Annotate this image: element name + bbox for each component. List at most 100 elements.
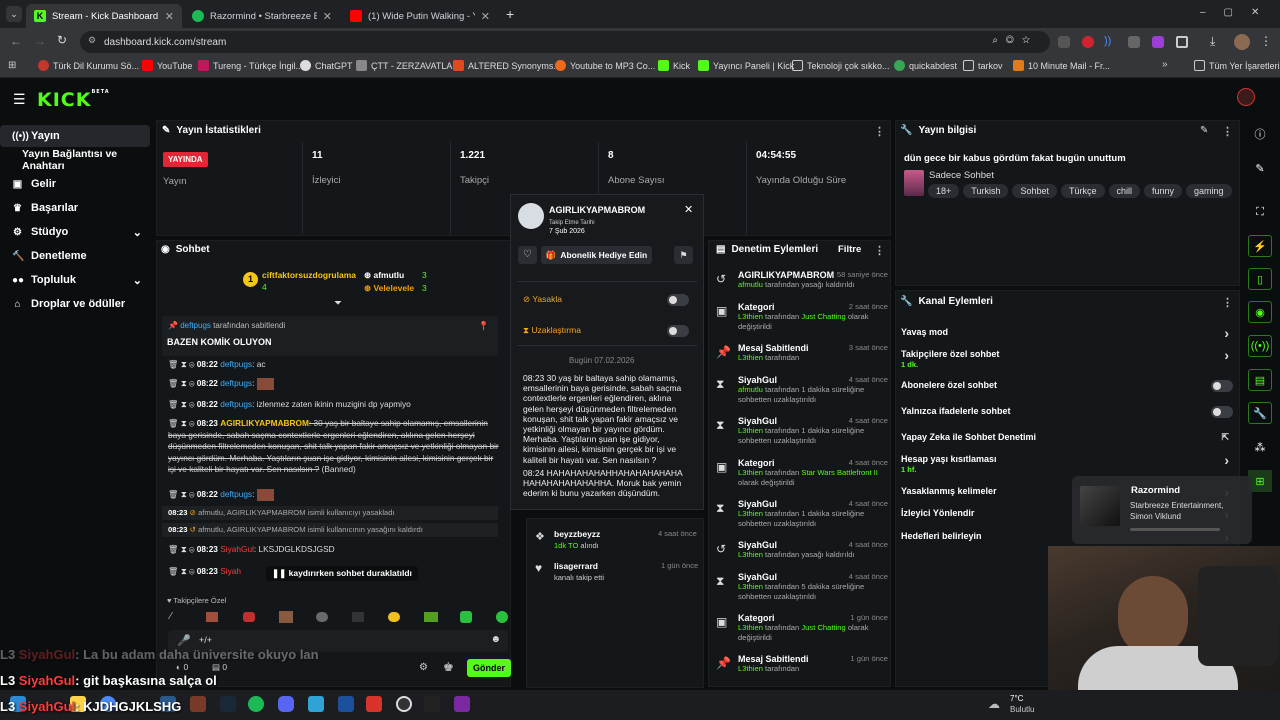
emote-icon[interactable] (388, 612, 400, 622)
steam-icon[interactable] (220, 696, 236, 712)
site-info-icon[interactable]: ⚙ (88, 35, 96, 46)
chat-mod-icons[interactable]: 🗑 ⧗ ⊜ (168, 566, 194, 576)
forward-icon[interactable]: → (34, 34, 46, 48)
new-tab-button[interactable]: + (506, 6, 514, 22)
kick-logo[interactable]: KICKBETA (37, 89, 110, 111)
sidebar-item-denetleme[interactable]: 🔨 Denetleme (0, 245, 150, 267)
emote-icon[interactable]: ⁄ (170, 611, 172, 622)
chevron-right-icon[interactable]: › (1224, 452, 1229, 468)
fullscreen-icon[interactable]: ⛶ (1248, 201, 1272, 223)
download-icon[interactable]: ⤓ (1210, 34, 1215, 49)
wrench-icon[interactable]: 🔧 (1248, 402, 1272, 424)
gift-sub-button[interactable]: 🎁 Abonelik Hediye Edin (541, 246, 652, 264)
bookmark-item[interactable]: ChatGPT (300, 60, 353, 71)
chevron-right-icon[interactable]: › (1224, 325, 1229, 341)
emoji-icon[interactable]: ☻ (490, 634, 501, 645)
bookmark-item[interactable]: Kick (658, 60, 690, 71)
extension-mask-icon[interactable] (1128, 36, 1140, 48)
tab-search-icon[interactable]: ⌄ (6, 6, 22, 22)
bookmark-item[interactable]: ÇTT - ZERZAVATLAR (356, 60, 459, 71)
bookmark-item[interactable]: Türk Dil Kurumu Sö... (38, 60, 139, 71)
chat-mod-icons[interactable]: 🗑 ⧗ ⊜ (168, 378, 194, 388)
user-avatar[interactable] (1237, 88, 1255, 106)
channel-action-item[interactable]: Yalnızca ifadelerle sohbet (901, 406, 1233, 418)
discord-icon[interactable] (278, 696, 294, 712)
chat-mod-icons[interactable]: 🗑 ⧗ ⊜ (168, 399, 194, 409)
mic-icon[interactable]: 🎤 (177, 634, 191, 647)
terminal-icon[interactable] (424, 696, 440, 712)
apps-grid-icon[interactable]: ⊞ (8, 60, 16, 71)
profile-avatar[interactable] (1234, 34, 1250, 50)
pencil-icon[interactable]: ✎ (1248, 157, 1272, 179)
unpin-icon[interactable]: 📍 (478, 321, 489, 332)
all-bookmarks[interactable]: Tüm Yer İşaretleri (1194, 60, 1280, 71)
emote-icon[interactable] (243, 612, 255, 622)
sidebar-item-studyo[interactable]: ⚙ Stüdyo ⌄ (0, 221, 150, 243)
channel-menu-icon[interactable]: ⋮ (1222, 296, 1233, 309)
tab-youtube[interactable]: (1) Wide Putin Walking - YouTu ✕ (342, 4, 498, 28)
community-icon[interactable]: ⁂ (1248, 436, 1272, 458)
lightning-icon[interactable]: ⚡ (1248, 235, 1272, 257)
tab-spotify[interactable]: Razormind • Starbreeze Entertai ✕ (184, 4, 340, 28)
stats-menu-icon[interactable]: ⋮ (874, 125, 885, 138)
chat-paused-banner[interactable]: ❚❚ kaydırırken sohbet duraklatıldı (266, 566, 418, 581)
extensions-puzzle-icon[interactable] (1176, 36, 1188, 48)
follow-heart-button[interactable]: ♡ (518, 246, 537, 264)
chat-mod-icons[interactable]: 🗑 ⧗ ⊜ (168, 359, 194, 369)
sidebar-item-topluluk[interactable]: ●● Topluluk ⌄ (0, 269, 150, 291)
timeout-toggle[interactable] (667, 325, 689, 337)
sidebar-item-stream-key[interactable]: Yayın Bağlantısı ve Anahtarı (0, 148, 150, 172)
broadcast-icon[interactable]: ((•)) (1248, 335, 1272, 357)
bookmark-item[interactable]: ALTERED Synonyms... (453, 60, 561, 71)
close-popup-icon[interactable]: ✕ (684, 203, 693, 216)
info-icon[interactable]: ⓘ (1248, 123, 1272, 145)
chat-mod-icons[interactable]: 🗑 ⧗ ⊜ (168, 418, 194, 428)
edit-icon[interactable]: ✎ (1200, 125, 1208, 136)
bookmark-item[interactable]: Youtube to MP3 Co... (555, 60, 655, 71)
emote-icon[interactable] (496, 611, 508, 623)
acrobat-icon[interactable] (366, 696, 382, 712)
bookmarks-overflow-icon[interactable]: » (1162, 59, 1168, 70)
filter-button[interactable]: Filtre (838, 244, 861, 255)
ban-toggle[interactable] (667, 294, 689, 306)
chat-mod-icons[interactable]: 🗑 ⧗ ⊜ (168, 489, 194, 499)
card-icon[interactable]: ▯ (1248, 268, 1272, 290)
chat-user[interactable]: deftpugs (220, 359, 252, 369)
app-icon[interactable] (454, 696, 470, 712)
extension-icon[interactable] (1058, 36, 1070, 48)
chat-user[interactable]: deftpugs (220, 399, 252, 409)
window-controls[interactable]: –▢✕ (1200, 7, 1277, 18)
spotify-icon[interactable] (248, 696, 264, 712)
channel-action-item[interactable]: Abonelere özel sohbet (901, 380, 1233, 392)
emote-icon[interactable] (316, 612, 328, 622)
emote-icon[interactable] (279, 611, 293, 623)
browser-menu-icon[interactable]: ⋮ (1260, 34, 1272, 48)
chat-user[interactable]: Siyah (220, 566, 241, 576)
tab-kick-dashboard[interactable]: K Stream - Kick Dashboard ✕ (26, 4, 182, 28)
sidebar-item-yayin[interactable]: ((•)) Yayın (0, 125, 150, 147)
bookmark-item[interactable]: Tureng - Türkçe İngil... (198, 60, 303, 71)
chevron-down-icon[interactable]: ⌄ (133, 226, 142, 239)
report-button[interactable]: ⚑ (674, 246, 693, 264)
sidebar-item-gelir[interactable]: ▣ Gelir (0, 173, 150, 195)
app-icon[interactable] (190, 696, 206, 712)
app-icon[interactable] (308, 696, 324, 712)
collapse-icon[interactable]: ⏷ (334, 298, 342, 309)
channel-action-item[interactable]: Yavaş mod › (901, 325, 1233, 341)
address-bar[interactable]: ⚙ dashboard.kick.com/stream ⌕◎☆ (80, 31, 1050, 53)
chat-mod-icons[interactable]: 🗑 ⧗ ⊜ (168, 544, 194, 554)
chat-icon[interactable]: ◉ (1248, 301, 1272, 323)
bookmark-item[interactable]: Teknoloji çok sıkko... (792, 60, 890, 71)
channel-action-toggle[interactable] (1211, 406, 1233, 418)
emote-icon[interactable] (424, 612, 438, 622)
bookmark-item[interactable]: YouTube (142, 60, 192, 71)
media-progress[interactable] (1130, 528, 1220, 531)
channel-action-item[interactable]: Yapay Zeka ile Sohbet Denetimi ⇱ (901, 432, 1233, 442)
bookmark-item[interactable]: Yayıncı Paneli | Kick (698, 60, 794, 71)
address-bar-actions[interactable]: ⌕◎☆ (992, 35, 1038, 46)
list-icon[interactable]: ▤ (1248, 369, 1272, 391)
close-tab-icon[interactable]: ✕ (165, 10, 174, 23)
send-button[interactable]: Gönder (467, 659, 511, 677)
close-tab-icon[interactable]: ✕ (323, 10, 332, 23)
channel-action-item[interactable]: Hesap yaşı kısıtlaması 1 hf. › (901, 452, 1233, 474)
